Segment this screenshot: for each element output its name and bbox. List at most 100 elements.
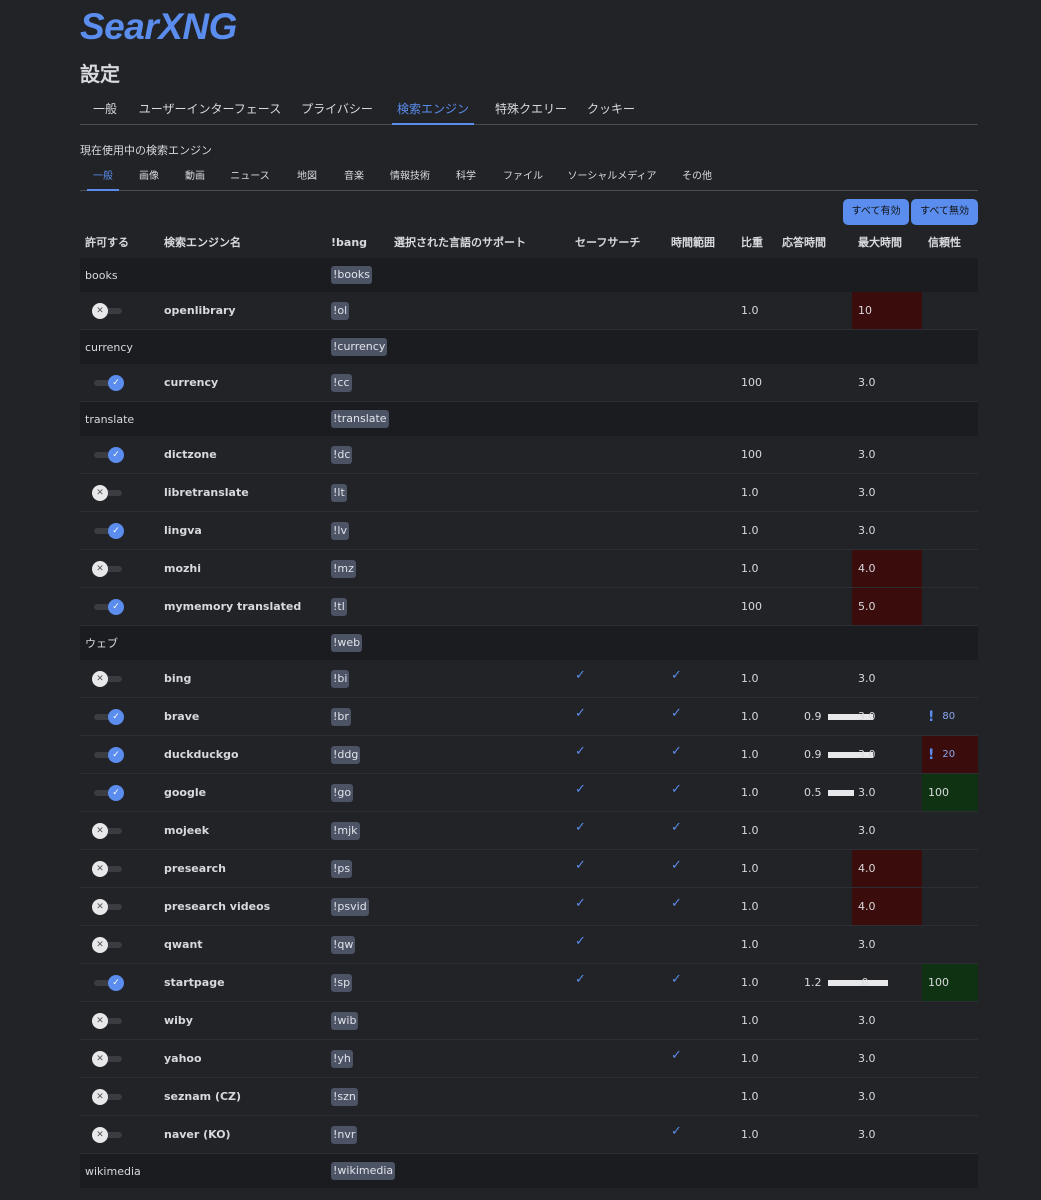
category-tab-news[interactable]: ニュース — [227, 166, 273, 191]
category-tab-social-media[interactable]: ソーシャルメディア — [564, 166, 660, 191]
category-row: wikimedia !wikimedia — [80, 1154, 978, 1188]
engine-toggle[interactable]: ✕ — [92, 560, 124, 577]
enable-all-button[interactable]: すべて有効 — [843, 199, 909, 225]
time-range-check-icon: ✓ — [671, 706, 682, 721]
max-time-cell: 3.0 — [852, 1040, 922, 1077]
max-time-cell: 3.0 — [852, 1002, 922, 1039]
engine-toggle[interactable]: ✕ — [92, 898, 124, 915]
engine-weight: 1.0 — [741, 710, 759, 723]
engine-toggle[interactable]: ✕ — [92, 1012, 124, 1029]
category-row: books !books — [80, 258, 978, 292]
max-time-value: 3.0 — [858, 486, 876, 499]
engine-toggle[interactable]: ✕ — [92, 484, 124, 501]
engine-bang: !dc — [331, 445, 353, 464]
engine-toggle[interactable]: ✓ — [92, 784, 124, 801]
engine-name: yahoo — [164, 1052, 202, 1065]
category-tab-music[interactable]: 音楽 — [337, 166, 371, 191]
warning-icon: ! — [928, 746, 935, 763]
category-tab-it[interactable]: 情報技術 — [384, 166, 436, 191]
category-bang: !web — [331, 634, 363, 652]
category-row: translate !translate — [80, 402, 978, 436]
category-tab-general[interactable]: 一般 — [87, 166, 119, 191]
warning-icon: ! — [928, 708, 935, 725]
column-reliability: 信頼性 — [928, 236, 961, 249]
engine-name: presearch videos — [164, 900, 271, 913]
reliability-cell: ! 80 — [922, 698, 978, 735]
tab-cookies[interactable]: クッキー — [585, 93, 637, 125]
engine-weight: 1.0 — [741, 938, 759, 951]
category-bang-cell: !wikimedia — [331, 1154, 396, 1188]
engine-name: seznam (CZ) — [164, 1090, 242, 1103]
check-icon: ✓ — [108, 598, 124, 615]
tab-user-interface[interactable]: ユーザーインターフェース — [138, 93, 282, 125]
category-tab-files[interactable]: ファイル — [496, 166, 550, 191]
engine-toggle[interactable]: ✕ — [92, 860, 124, 877]
engine-bang-cell: !tl — [331, 588, 347, 625]
engine-toggle[interactable]: ✓ — [92, 708, 124, 725]
tab-special-queries[interactable]: 特殊クエリー — [489, 93, 573, 125]
engine-toggle[interactable]: ✓ — [92, 974, 124, 991]
category-tab-other[interactable]: その他 — [676, 166, 718, 191]
engine-toggle[interactable]: ✕ — [92, 822, 124, 839]
engine-toggle[interactable]: ✕ — [92, 302, 124, 319]
engine-toggle[interactable]: ✓ — [92, 446, 124, 463]
table-row: ✕ openlibrary !ol 1.0 10 — [80, 292, 978, 330]
engine-weight: 1.0 — [741, 786, 759, 799]
tab-general[interactable]: 一般 — [87, 93, 123, 125]
engine-bang: !mz — [331, 559, 356, 578]
response-time-value: 0.5 — [804, 786, 822, 799]
column-time-range: 時間範囲 — [671, 236, 715, 249]
reliability-value: 20 — [942, 749, 956, 760]
engine-bang-cell: !ddg — [331, 736, 361, 773]
tab-engines[interactable]: 検索エンジン — [392, 93, 474, 125]
category-tab-science[interactable]: 科学 — [449, 166, 483, 191]
engine-weight: 100 — [741, 448, 762, 461]
safesearch-check-icon: ✓ — [575, 858, 586, 873]
max-time-cell: 3.0 — [852, 474, 922, 511]
table-row: ✓ duckduckgo !ddg ✓ ✓ 1.0 0.9 3.0! 20 — [80, 736, 978, 774]
tab-privacy[interactable]: プライバシー — [297, 93, 377, 125]
max-time-cell: 3.0 — [852, 512, 922, 549]
engine-toggle[interactable]: ✕ — [92, 1050, 124, 1067]
logo[interactable]: SearXNG — [80, 6, 237, 48]
category-row: ウェブ !web — [80, 626, 978, 660]
engine-toggle[interactable]: ✕ — [92, 1126, 124, 1143]
engine-toggle[interactable]: ✕ — [92, 1088, 124, 1105]
max-time-value: 3.0 — [858, 672, 876, 685]
time-range-check-icon: ✓ — [671, 858, 682, 873]
close-icon: ✕ — [92, 670, 108, 687]
max-time-value: 10 — [858, 304, 872, 317]
engine-toggle[interactable]: ✓ — [92, 522, 124, 539]
disable-all-button[interactable]: すべて無効 — [911, 199, 978, 225]
engine-bang-cell: !lv — [331, 512, 349, 549]
engine-weight: 1.0 — [741, 976, 759, 989]
engine-toggle[interactable]: ✓ — [92, 374, 124, 391]
category-tab-map[interactable]: 地図 — [289, 166, 325, 191]
engine-name: wiby — [164, 1014, 193, 1027]
engine-toggle[interactable]: ✕ — [92, 670, 124, 687]
engine-weight: 1.0 — [741, 1052, 759, 1065]
engine-bang: !psvid — [331, 897, 369, 916]
table-row: ✕ libretranslate !lt 1.0 3.0 — [80, 474, 978, 512]
category-tab-videos[interactable]: 動画 — [179, 166, 211, 191]
reliability-cell: 100 — [922, 774, 978, 811]
engine-toggle[interactable]: ✓ — [92, 746, 124, 763]
engine-bang: !tl — [331, 597, 347, 616]
main-tabs: 一般 ユーザーインターフェース プライバシー 検索エンジン 特殊クエリー クッキ… — [80, 93, 978, 125]
table-row: ✕ presearch !ps ✓ ✓ 1.0 4.0 — [80, 850, 978, 888]
check-icon: ✓ — [108, 974, 124, 991]
engine-bang: !go — [331, 783, 354, 802]
engine-weight: 1.0 — [741, 900, 759, 913]
engine-name: presearch — [164, 862, 226, 875]
category-tab-images[interactable]: 画像 — [134, 166, 164, 191]
column-max-time: 最大時間 — [858, 236, 902, 249]
engine-toggle[interactable]: ✓ — [92, 598, 124, 615]
engine-weight: 1.0 — [741, 486, 759, 499]
max-time-value: 5.0 — [858, 600, 876, 613]
close-icon: ✕ — [92, 1088, 108, 1105]
max-time-value: 3.0 — [858, 824, 876, 837]
close-icon: ✕ — [92, 898, 108, 915]
engine-toggle[interactable]: ✕ — [92, 936, 124, 953]
max-time-cell: 3.0 — [852, 436, 922, 473]
max-time-value: 3.0 — [858, 448, 876, 461]
